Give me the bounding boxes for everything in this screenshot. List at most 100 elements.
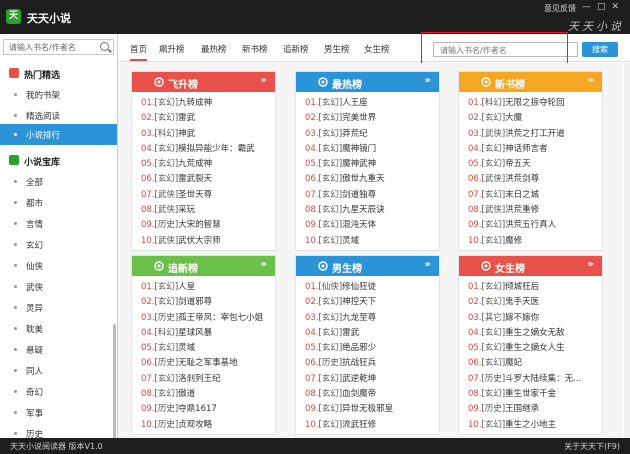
more-arrow-icon[interactable]: » <box>425 75 431 86</box>
tab-chasing[interactable]: 追新榜 <box>283 43 309 55</box>
ranking-item[interactable]: 10.[历史]贞观攻略 <box>141 418 273 433</box>
ranking-item[interactable]: 03.[其它]嫁不嫁你 <box>468 311 600 326</box>
minimize-icon[interactable]: — <box>582 2 591 12</box>
ranking-item[interactable]: 01.[玄幻]九转成神 <box>141 96 273 111</box>
ranking-item[interactable]: 08.[武侠]采玩 <box>141 203 273 218</box>
ranking-item[interactable]: 09.[玄幻]混沌天体 <box>305 218 437 233</box>
sidebar-scrollbar[interactable] <box>113 324 116 454</box>
feedback-link[interactable]: 意见反馈 <box>544 3 576 14</box>
search-button[interactable]: 搜索 <box>582 42 618 57</box>
ranking-item[interactable]: 05.[玄幻]帝五天 <box>468 157 600 172</box>
ranking-item[interactable]: 07.[历史]斗罗大陆续集：无... <box>468 372 600 387</box>
restore-icon[interactable]: □ <box>597 2 606 12</box>
more-arrow-icon[interactable]: » <box>261 75 267 86</box>
ranking-item[interactable]: 04.[玄幻]雷武 <box>305 326 437 341</box>
ranking-item[interactable]: 10.[武侠]武伏大宗师 <box>141 234 273 249</box>
ranking-item[interactable]: 01.[科幻]无限之掠夺轮回 <box>468 96 600 111</box>
ranking-item[interactable]: 03.[玄幻]莽荒纪 <box>305 127 437 142</box>
ranking-item[interactable]: 06.[历史]抗战狂兵 <box>305 356 437 371</box>
more-arrow-icon[interactable]: » <box>588 259 594 270</box>
close-icon[interactable]: ✕ <box>612 2 620 12</box>
sidebar-item-category[interactable]: 同人 <box>0 360 117 381</box>
ranking-item[interactable]: 09.[历史]夺鼎1617 <box>141 402 273 417</box>
ranking-card-header[interactable]: 新书榜» <box>459 72 602 92</box>
ranking-item[interactable]: 03.[历史]孤王帝凤：宰包七小姐 <box>141 311 273 326</box>
ranking-card-header[interactable]: 飞升榜» <box>132 72 275 92</box>
sidebar-item-category[interactable]: 军事 <box>0 402 117 423</box>
ranking-card-header[interactable]: 最热榜» <box>296 72 439 92</box>
sidebar-item-category[interactable]: 言情 <box>0 213 117 234</box>
ranking-item[interactable]: 02.[玄幻]神控天下 <box>305 295 437 310</box>
ranking-item[interactable]: 01.[玄幻]人王座 <box>305 96 437 111</box>
more-arrow-icon[interactable]: » <box>588 75 594 86</box>
ranking-card-header[interactable]: 女生榜» <box>459 256 602 276</box>
ranking-item[interactable]: 09.[历史]王国继承 <box>468 402 600 417</box>
ranking-item[interactable]: 06.[武侠]洪荒剑尊 <box>468 172 600 187</box>
tab-male[interactable]: 男生榜 <box>324 43 350 55</box>
tab-hottest[interactable]: 最热榜 <box>201 43 227 55</box>
ranking-item[interactable]: 05.[玄幻]九荒成神 <box>141 157 273 172</box>
ranking-item[interactable]: 02.[玄幻]剑道邪尊 <box>141 295 273 310</box>
ranking-item[interactable]: 02.[玄幻]完美世界 <box>305 111 437 126</box>
ranking-item[interactable]: 01.[玄幻]人皇 <box>141 280 273 295</box>
sidebar-item-bookshelf[interactable]: 我的书架 <box>0 84 117 105</box>
ranking-item[interactable]: 09.[玄幻]异世无极邪皇 <box>305 402 437 417</box>
tab-soaring[interactable]: 飙升榜 <box>159 43 185 55</box>
ranking-item[interactable]: 08.[武侠]洪荒重修 <box>468 203 600 218</box>
sidebar-item-category[interactable]: 全部 <box>0 171 117 192</box>
sidebar-item-category[interactable]: 武侠 <box>0 276 117 297</box>
ranking-item[interactable]: 08.[玄幻]血剑魔帝 <box>305 387 437 402</box>
sidebar-item-category[interactable]: 耽美 <box>0 318 117 339</box>
ranking-item[interactable]: 10.[玄幻]灵域 <box>305 234 437 249</box>
sidebar-item-rankings[interactable]: 小说排行 <box>0 124 117 145</box>
ranking-item[interactable]: 10.[玄幻]魔修 <box>468 234 600 249</box>
about-link[interactable]: 关于天天下(F9) <box>564 441 620 452</box>
sidebar-item-category[interactable]: 仙侠 <box>0 255 117 276</box>
ranking-item[interactable]: 09.[玄幻]洪荒五行真人 <box>468 218 600 233</box>
sidebar-item-category[interactable]: 奇幻 <box>0 381 117 402</box>
ranking-item[interactable]: 08.[玄幻]傲道 <box>141 387 273 402</box>
ranking-item[interactable]: 04.[科幻]星球风暴 <box>141 326 273 341</box>
ranking-card-header[interactable]: 追新榜» <box>132 256 275 276</box>
ranking-item[interactable]: 05.[玄幻]灵域 <box>141 341 273 356</box>
ranking-item[interactable]: 04.[玄幻]重生之嫡女无敌 <box>468 326 600 341</box>
ranking-item[interactable]: 07.[玄幻]剑道独尊 <box>305 188 437 203</box>
ranking-item[interactable]: 07.[武侠]圣世天尊 <box>141 188 273 203</box>
more-arrow-icon[interactable]: » <box>425 259 431 270</box>
ranking-item[interactable]: 06.[玄幻]雷武裂天 <box>141 172 273 187</box>
main-scrollbar[interactable] <box>624 63 630 438</box>
ranking-item[interactable]: 08.[玄幻]九星天辰诀 <box>305 203 437 218</box>
ranking-item[interactable]: 02.[玄幻]鬼手天医 <box>468 295 600 310</box>
tab-female[interactable]: 女生榜 <box>364 43 390 55</box>
sidebar-item-category[interactable]: 悬疑 <box>0 339 117 360</box>
sidebar-item-category[interactable]: 玄幻 <box>0 234 117 255</box>
ranking-item[interactable]: 06.[玄幻]魔妃 <box>468 356 600 371</box>
ranking-item[interactable]: 04.[玄幻]神话师言者 <box>468 142 600 157</box>
sidebar-search-input[interactable]: 请输入书名/作者名 <box>3 39 114 55</box>
ranking-item[interactable]: 03.[科幻]神武 <box>141 127 273 142</box>
ranking-item[interactable]: 10.[玄幻]流武狂修 <box>305 418 437 433</box>
ranking-item[interactable]: 02.[玄幻]大魔 <box>468 111 600 126</box>
search-icon[interactable] <box>100 42 109 51</box>
ranking-card-header[interactable]: 男生榜» <box>296 256 439 276</box>
ranking-item[interactable]: 03.[玄幻]九龙至尊 <box>305 311 437 326</box>
ranking-item[interactable]: 07.[玄幻]末日之城 <box>468 188 600 203</box>
ranking-item[interactable]: 01.[玄幻]倾城狂后 <box>468 280 600 295</box>
ranking-item[interactable]: 06.[玄幻]傲世九重天 <box>305 172 437 187</box>
ranking-item[interactable]: 10.[玄幻]重生之小地主 <box>468 418 600 433</box>
ranking-item[interactable]: 07.[玄幻]洛刹列王纪 <box>141 372 273 387</box>
ranking-item[interactable]: 06.[历史]无耻之军事基地 <box>141 356 273 371</box>
ranking-item[interactable]: 04.[玄幻]模拟异能少年：霸武 <box>141 142 273 157</box>
sidebar-item-category[interactable]: 都市 <box>0 192 117 213</box>
ranking-item[interactable]: 09.[历史]大宋的智慧 <box>141 218 273 233</box>
ranking-item[interactable]: 03.[武侠]洪荒之打工开道 <box>468 127 600 142</box>
ranking-item[interactable]: 08.[玄幻]重生世家千金 <box>468 387 600 402</box>
tab-new-books[interactable]: 新书榜 <box>242 43 268 55</box>
sidebar-item-featured[interactable]: 精选阅读 <box>0 105 117 126</box>
more-arrow-icon[interactable]: » <box>261 259 267 270</box>
ranking-item[interactable]: 04.[玄幻]魔神镜门 <box>305 142 437 157</box>
ranking-item[interactable]: 05.[玄幻]重生之嫡女人生 <box>468 341 600 356</box>
ranking-item[interactable]: 01.[仙侠]修仙狂徒 <box>305 280 437 295</box>
ranking-item[interactable]: 05.[玄幻]绝品邪少 <box>305 341 437 356</box>
tab-home[interactable]: 首页 <box>130 43 147 61</box>
